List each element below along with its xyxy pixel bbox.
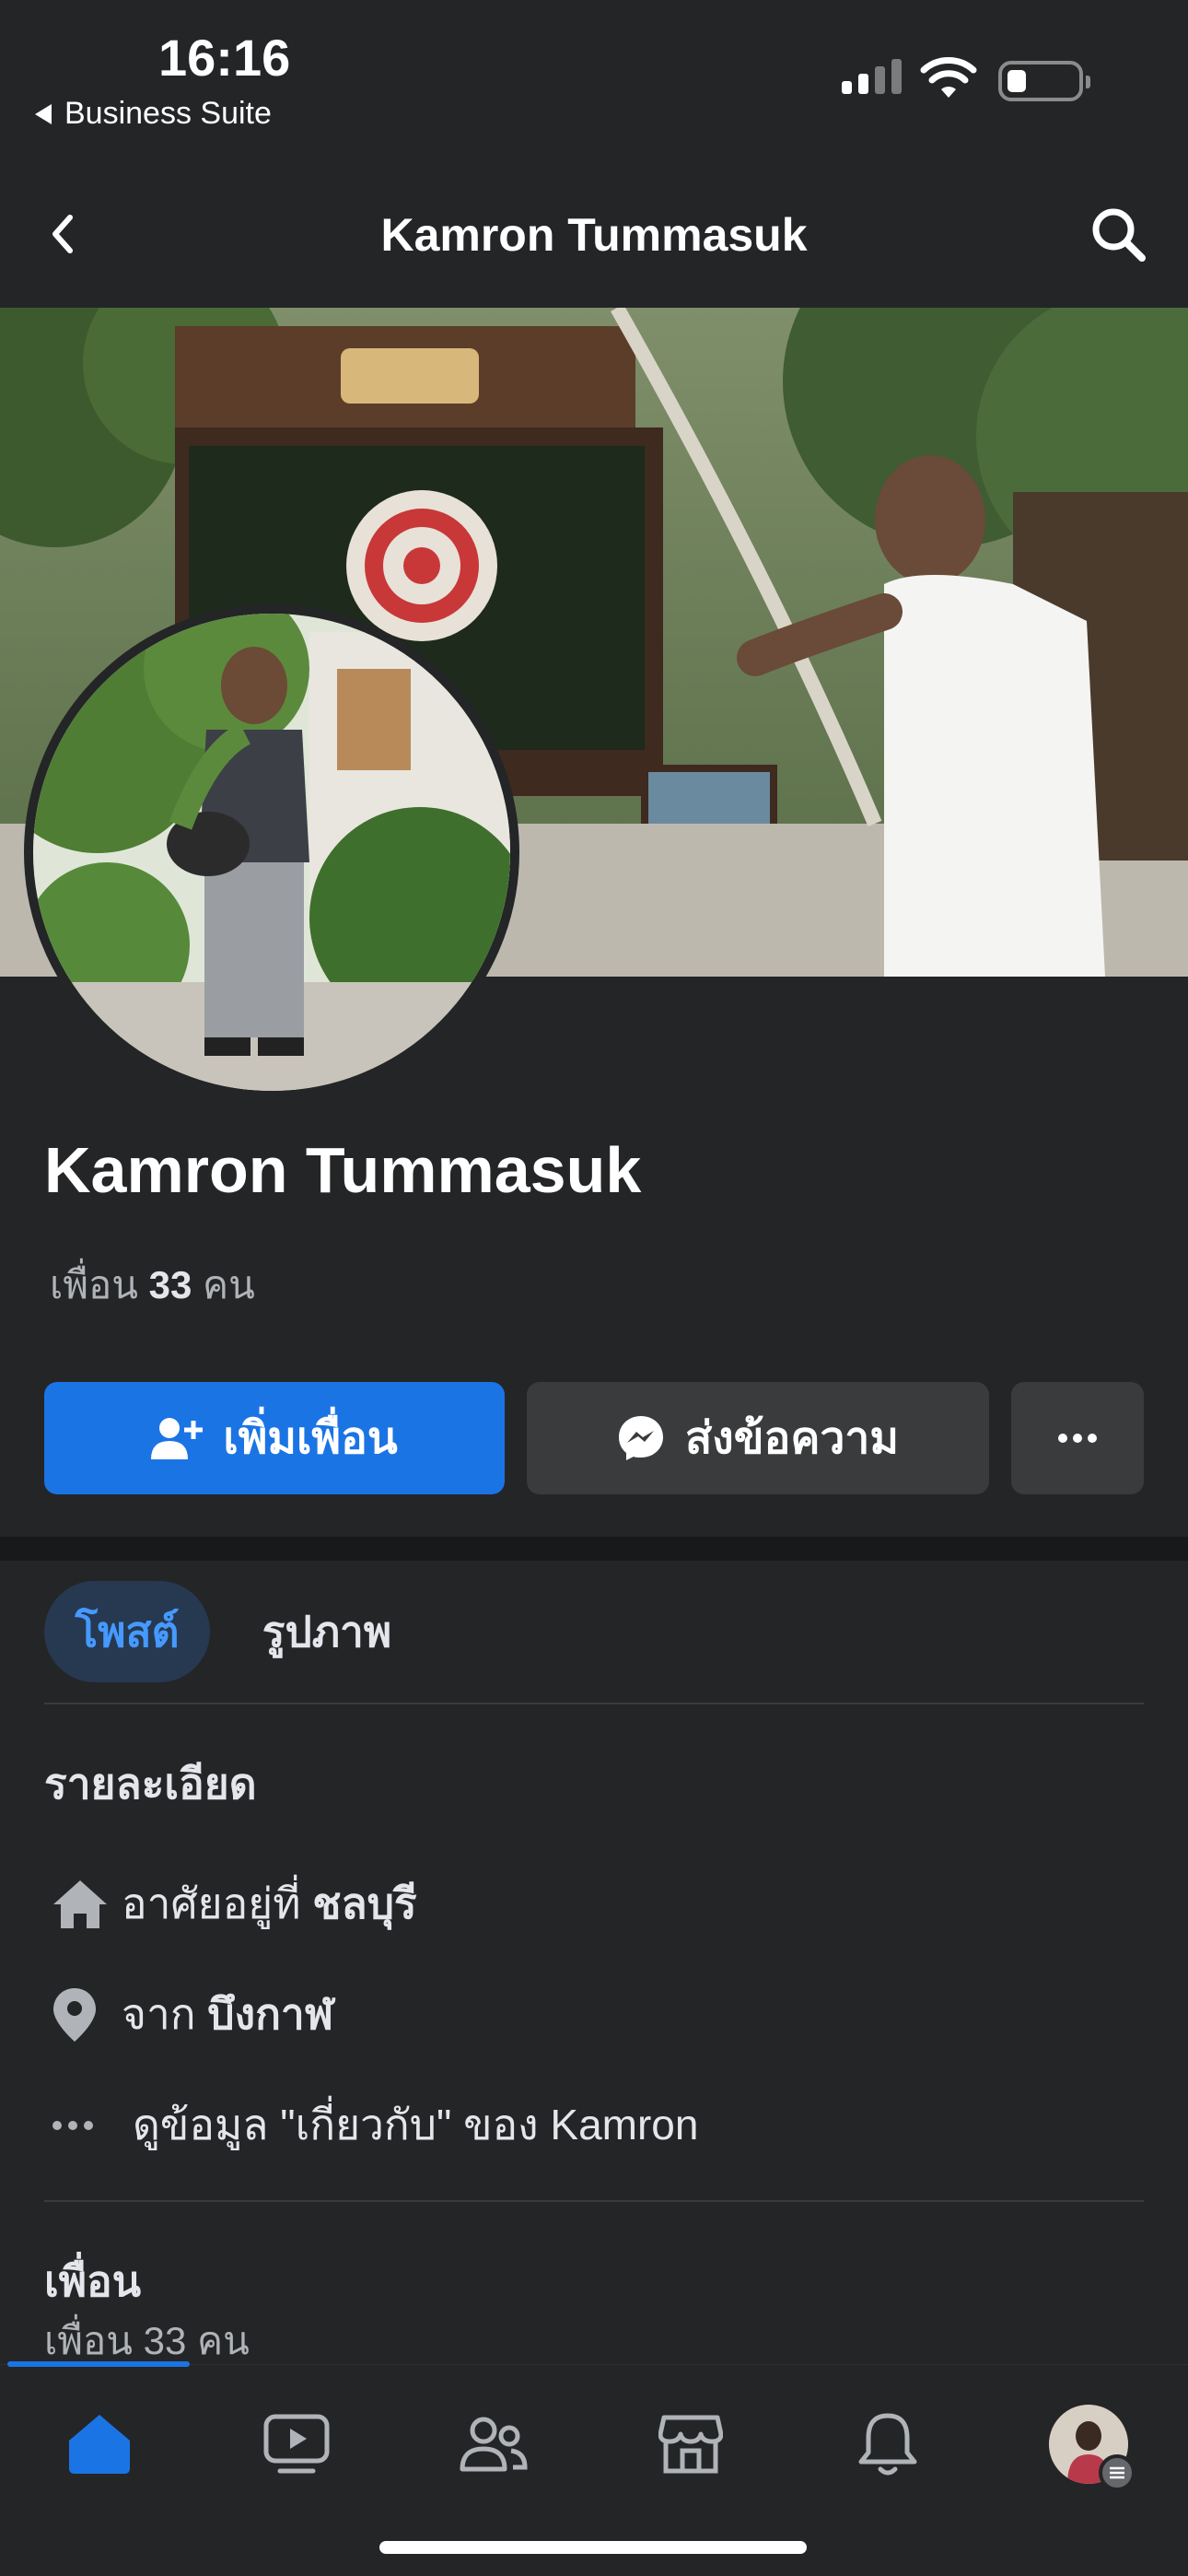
tab-notifications[interactable]	[842, 2398, 934, 2490]
tab-photos[interactable]: รูปภาพ	[239, 1581, 414, 1682]
search-icon[interactable]	[1089, 205, 1149, 265]
section-divider	[0, 1537, 1188, 1561]
home-icon	[53, 1879, 107, 1928]
marketplace-icon	[658, 2415, 723, 2474]
profile-picture[interactable]	[24, 604, 519, 1100]
wifi-icon	[920, 57, 977, 98]
bell-icon	[858, 2413, 917, 2476]
back-triangle-icon	[35, 103, 52, 124]
profile-name: Kamron Tummasuk	[44, 1134, 642, 1206]
location-pin-icon	[53, 1987, 96, 2042]
about-row[interactable]: ดูข้อมูล "เกี่ยวกับ" ของ Kamron	[44, 2091, 698, 2159]
back-to-app-link[interactable]: Business Suite	[35, 96, 272, 132]
from-value[interactable]: บึงกาฬ	[207, 1981, 333, 2048]
lives-in-row: อาศัยอยู่ที่ ชลบุรี	[44, 1870, 417, 1938]
battery-icon	[998, 61, 1090, 101]
from-prefix: จาก	[122, 1990, 196, 2038]
more-dots-icon	[52, 2120, 93, 2130]
friends-count-line[interactable]: เพื่อน 33 คน	[50, 1255, 255, 1316]
tab-marketplace[interactable]	[645, 2398, 737, 2490]
tab-posts[interactable]: โพสต์	[44, 1581, 210, 1682]
tab-home[interactable]	[53, 2398, 146, 2490]
cellular-signal-icon	[842, 59, 902, 94]
details-title: รายละเอียด	[44, 1760, 257, 1808]
details-divider	[44, 2200, 1144, 2202]
add-friend-icon	[151, 1418, 204, 1459]
about-link: ดูข้อมูล "เกี่ยวกับ" ของ Kamron	[133, 2101, 699, 2149]
friends-prefix: เพื่อน	[50, 1263, 138, 1306]
more-dots-icon	[1058, 1434, 1097, 1443]
friends-suffix: คน	[203, 1263, 255, 1306]
friends-count: 33	[148, 1263, 192, 1306]
home-indicator	[379, 2541, 807, 2554]
status-bar: 16:16 Business Suite	[0, 0, 1188, 157]
friends-icon	[460, 2417, 528, 2472]
send-message-button[interactable]: ส่งข้อความ	[527, 1382, 989, 1494]
lives-in-prefix: อาศัยอยู่ที่	[122, 1879, 301, 1927]
page-title: Kamron Tummasuk	[380, 209, 808, 261]
from-row: จาก บึงกาฬ	[44, 1981, 333, 2048]
avatar-menu-icon	[1049, 2405, 1136, 2491]
send-message-label: ส่งข้อความ	[684, 1414, 900, 1463]
status-time: 16:16	[158, 29, 291, 87]
profile-picture-image	[33, 614, 510, 1091]
tab-menu[interactable]	[1042, 2398, 1136, 2491]
tab-video[interactable]	[250, 2398, 343, 2490]
add-friend-button[interactable]: เพิ่มเพื่อน	[44, 1382, 505, 1494]
tabs-divider	[44, 1703, 1144, 1704]
video-icon	[263, 2414, 330, 2474]
home-icon	[69, 2415, 130, 2474]
messenger-icon	[618, 1416, 663, 1460]
back-app-label: Business Suite	[64, 96, 272, 131]
add-friend-label: เพิ่มเพื่อน	[223, 1414, 398, 1463]
lives-in-value[interactable]: ชลบุรี	[312, 1870, 416, 1938]
tab-friends[interactable]	[448, 2398, 540, 2490]
menu-badge-icon	[1099, 2454, 1136, 2491]
active-tab-indicator	[7, 2361, 190, 2367]
more-options-button[interactable]	[1011, 1382, 1144, 1494]
friends-section-title: เพื่อน	[44, 2257, 142, 2305]
navigation-bar: Kamron Tummasuk	[0, 171, 1188, 300]
